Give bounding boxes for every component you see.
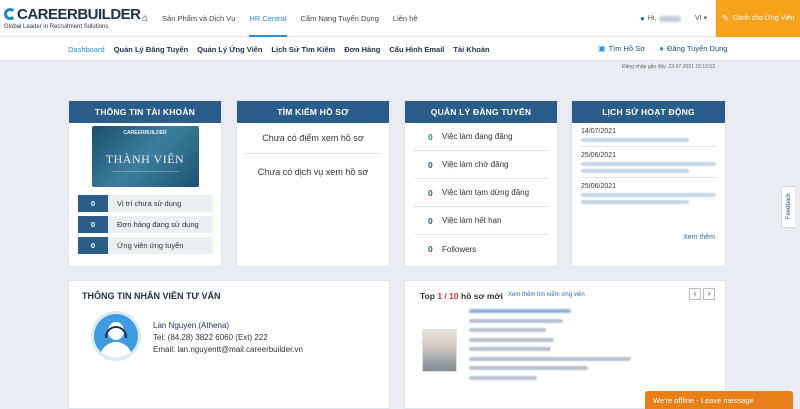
nav-hr-central[interactable]: HR Central [249, 0, 287, 37]
feedback-tab[interactable]: Feedback [781, 186, 795, 228]
membership-card-logo: CAREERBUILDER [123, 130, 167, 136]
next-button[interactable]: › [703, 288, 715, 300]
history-more-link[interactable]: Xem thêm [683, 234, 715, 241]
nav-handbook[interactable]: Cẩm Nang Tuyển Dụng [301, 0, 379, 37]
document-search-icon: ▣ [598, 44, 606, 53]
jobs-active-row[interactable]: 0 Việc làm đang đăng [414, 123, 548, 151]
membership-card: CAREERBUILDER THÀNH VIÊN [91, 126, 199, 187]
profile-search-card: TÌM KIẾM HỒ SƠ Chưa có điểm xem hồ sơ Ch… [236, 100, 390, 267]
history-item[interactable]: 14/07/2021 [581, 123, 716, 147]
activity-history-title: LỊCH SỬ HOẠT ĐỘNG [572, 101, 725, 123]
subnav-dashboard[interactable]: Dashboard [68, 45, 105, 54]
stat-applicants[interactable]: 0 Ứng viên ứng tuyển [78, 237, 213, 254]
history-item[interactable]: 25/06/2021 [581, 178, 716, 208]
user-name-blurred [659, 15, 682, 22]
user-icon: ● [640, 14, 645, 23]
account-info-title: THÔNG TIN TÀI KHOẢN [69, 101, 221, 123]
consultant-phone: Tel: (84.28) 3822 6060 (Ext) 222 [153, 333, 268, 342]
main-nav: ⌂ Sản Phẩm và Dịch Vụ HR Central Cẩm Nan… [142, 0, 432, 37]
subnav-job-management[interactable]: Quản Lý Đăng Tuyển [114, 45, 188, 54]
candidate-details-blurred [469, 309, 639, 385]
post-job-link[interactable]: ● Đăng Tuyển Dụng [659, 44, 727, 53]
prev-button[interactable]: ‹ [689, 288, 701, 300]
user-greeting: Hi, [647, 15, 657, 22]
account-info-card: THÔNG TIN TÀI KHOẢN CAREERBUILDER THÀNH … [68, 100, 222, 267]
chevron-down-icon: ▾ [703, 15, 708, 22]
membership-card-label: THÀNH VIÊN [105, 152, 185, 166]
subnav-email-config[interactable]: Cấu Hình Email [389, 45, 444, 54]
subnav-account[interactable]: Tài Khoản [453, 45, 489, 54]
nav-contact[interactable]: Liên hệ [393, 0, 418, 37]
profile-pager: ‹ › [687, 288, 715, 300]
candidate-button[interactable]: ✎ Dành cho Ứng Viên [716, 0, 800, 37]
user-menu[interactable]: ● Hi, [640, 14, 682, 23]
job-management-card: QUẢN LÝ ĐĂNG TUYỂN 0 Việc làm đang đăng 0… [404, 100, 558, 267]
consultant-title: THÔNG TIN NHÂN VIÊN TƯ VẤN [82, 291, 221, 301]
last-login: Đăng nhập gần đây: 23-07-2021 18:19:53 [622, 64, 715, 70]
logo-text: CAREERBUILDER [17, 6, 141, 23]
sub-nav: Dashboard Quản Lý Đăng Tuyển Quản Lý Ứng… [0, 37, 800, 61]
careerbuilder-logo[interactable]: CAREERBUILDER Global Leader in Recruitme… [4, 6, 141, 30]
top-profiles-title: Top 1 / 10 hồ sơ mới [420, 291, 503, 301]
consultant-name: Lan Nguyen (Athena) [153, 321, 230, 330]
top-header: CAREERBUILDER Global Leader in Recruitme… [0, 0, 800, 37]
jobs-pending-row[interactable]: 0 Việc làm chờ đăng [414, 151, 548, 179]
nav-products[interactable]: Sản Phẩm và Dịch Vụ [162, 0, 235, 37]
candidate-photo[interactable] [422, 329, 457, 372]
profile-search-title: TÌM KIẾM HỒ SƠ [237, 101, 389, 123]
activity-history-card: LỊCH SỬ HOẠT ĐỘNG 14/07/2021 25/06/2021 … [571, 100, 726, 267]
no-view-service: Chưa có dịch vụ xem hồ sơ [257, 167, 369, 177]
logo-tagline: Global Leader in Recruitment Solutions [4, 24, 109, 30]
language-select[interactable]: VI ▾ [695, 14, 707, 22]
no-view-points: Chưa có điểm xem hồ sơ [245, 123, 381, 154]
home-icon[interactable]: ⌂ [142, 13, 148, 24]
jobs-expired-row[interactable]: 0 Việc làm hết hạn [414, 207, 548, 235]
chat-offline-button[interactable]: We're offline - Leave message [645, 391, 793, 409]
history-item[interactable]: 25/06/2021 [581, 147, 716, 178]
user-plus-icon: ● [659, 44, 664, 53]
stat-unused-positions[interactable]: 0 Vị trí chưa sử dụng [78, 195, 213, 212]
stat-active-orders[interactable]: 0 Đơn hàng đang sử dụng [78, 216, 213, 233]
subnav-candidate-management[interactable]: Quản Lý Ứng Viên [197, 45, 262, 54]
subnav-search-history[interactable]: Lịch Sử Tìm Kiếm [271, 45, 335, 54]
consultant-card: THÔNG TIN NHÂN VIÊN TƯ VẤN Lan Nguyen (A… [68, 280, 390, 409]
job-management-title: QUẢN LÝ ĐĂNG TUYỂN [405, 101, 557, 123]
followers-row[interactable]: 0 Followers [414, 235, 548, 263]
more-candidate-search-link[interactable]: Xem thêm tìm kiếm ứng viên [508, 292, 585, 298]
subnav-orders[interactable]: Đơn Hàng [344, 45, 380, 54]
top-profiles-card: Top 1 / 10 hồ sơ mới Xem thêm tìm kiếm ứ… [404, 280, 726, 409]
jobs-paused-row[interactable]: 0 Việc làm tạm dừng đăng [414, 179, 548, 207]
edit-icon: ✎ [721, 13, 730, 23]
search-profiles-link[interactable]: ▣ Tìm Hồ Sơ [598, 44, 645, 53]
consultant-avatar [91, 311, 141, 361]
consultant-email[interactable]: Email: lan.nguyentt@mail.careerbuilder.v… [153, 344, 303, 356]
consultant-contact: Lan Nguyen (Athena) Tel: (84.28) 3822 60… [153, 320, 303, 356]
logo-c-icon [4, 8, 16, 20]
